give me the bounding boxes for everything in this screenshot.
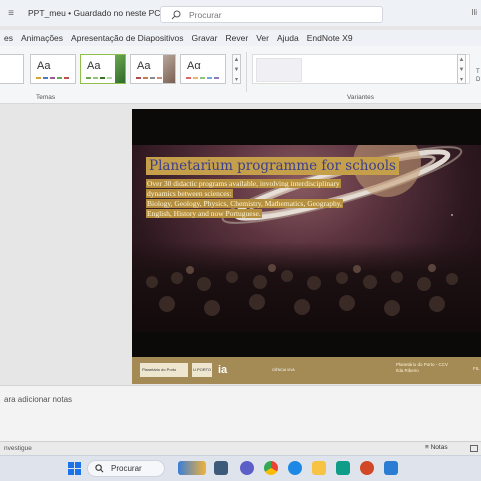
windows-start-icon[interactable] — [68, 462, 81, 475]
theme-sample-text: Aa — [87, 60, 101, 72]
tab-review[interactable]: Rever — [226, 33, 249, 43]
ribbon-divider — [246, 52, 247, 92]
body-line-2: dynamics between sciences: — [146, 189, 233, 198]
slide-body-text[interactable]: Over 30 didactic programs available, inv… — [146, 179, 386, 219]
title-bar: ≡ PPT_meu • Guardado no neste PC∨ Procur… — [0, 0, 481, 26]
theme-color-bars — [36, 77, 69, 79]
theme-accent — [163, 55, 175, 83]
document-name[interactable]: PPT_meu • Guardado no neste PC∨ — [28, 8, 169, 18]
themes-group-label: Temas — [36, 94, 56, 101]
theme-sample-text: Aα — [187, 60, 201, 72]
notes-placeholder: ara adicionar notas — [4, 395, 73, 404]
variants-gallery-scroll[interactable]: ▲ ▼ ▾ — [457, 54, 466, 84]
theme-thumbnail-2[interactable]: Aa — [30, 54, 76, 84]
search-icon — [171, 10, 181, 19]
status-left-text[interactable]: nvestigue — [4, 445, 32, 452]
document-name-label: PPT_meu • Guardado no neste PC — [28, 8, 161, 18]
theme-thumbnail-4[interactable]: Aa — [130, 54, 176, 84]
user-name[interactable]: Ili — [471, 8, 477, 17]
theme-color-bars — [136, 77, 162, 79]
variant-thumbnail[interactable] — [256, 58, 302, 82]
normal-view-icon[interactable] — [470, 445, 478, 452]
stub-letter-2: D — [476, 77, 481, 83]
planetario-logo-text: Planetário do Porto — [142, 367, 177, 372]
planetario-logo: Planetário do Porto — [140, 363, 188, 377]
tab-view[interactable]: Ver — [256, 33, 269, 43]
tab-endnote[interactable]: EndNote X9 — [307, 33, 353, 43]
status-bar: nvestigue ≡ Notas — [0, 441, 481, 455]
windows-taskbar: Procurar — [0, 455, 481, 481]
credit-line-1: Planetário do Porto - CCV — [396, 362, 449, 367]
theme-thumbnail-1[interactable]: Aa — [0, 54, 24, 84]
customize-qat-icon[interactable]: ≡ — [0, 8, 22, 19]
themes-gallery-scroll[interactable]: ▲ ▼ ▾ — [232, 54, 241, 84]
tab-transitions[interactable]: es — [4, 33, 13, 43]
body-line-3: Biology, Geology, Physics, Chemistry, Ma… — [146, 199, 343, 208]
search-icon — [95, 464, 104, 473]
audience-heads — [146, 264, 458, 316]
taskbar-search[interactable]: Procurar — [87, 460, 165, 477]
edge-icon[interactable] — [288, 461, 302, 475]
customize-group-stub[interactable]: T D — [476, 68, 480, 84]
ciencia-viva-logo: CIÊNCIA VIVA — [272, 363, 302, 377]
audience-silhouettes — [132, 242, 481, 332]
file-explorer-icon[interactable] — [312, 461, 326, 475]
theme-thumbnail-3[interactable]: Aa — [80, 54, 126, 84]
tab-animations[interactable]: Animações — [21, 33, 63, 43]
chat-icon[interactable] — [240, 461, 254, 475]
taskbar-search-label: Procurar — [111, 464, 142, 473]
word-icon[interactable] — [384, 461, 398, 475]
ribbon-tabs: es Animações Apresentação de Diapositivo… — [0, 30, 481, 46]
notes-toggle-button[interactable]: ≡ Notas — [425, 444, 448, 451]
chrome-icon[interactable] — [264, 461, 278, 475]
ciencia-viva-logo-text: CIÊNCIA VIVA — [272, 368, 295, 372]
variants-group-label: Variantes — [347, 94, 374, 101]
theme-accent — [115, 55, 125, 83]
task-view-icon[interactable] — [214, 461, 228, 475]
tab-slideshow[interactable]: Apresentação de Diapositivos — [71, 33, 183, 43]
search-box[interactable]: Procurar — [160, 6, 383, 23]
theme-color-bars — [86, 77, 112, 79]
tab-record[interactable]: Gravar — [192, 33, 218, 43]
slide-workspace: Planetarium programme for schools Over 3… — [0, 105, 481, 385]
notes-pane[interactable]: ara adicionar notas — [0, 385, 481, 441]
variants-gallery[interactable] — [252, 54, 470, 84]
ia-logo: ia — [218, 363, 242, 377]
body-line-4: English, History and now Portuguese. — [146, 209, 262, 218]
theme-thumbnail-5[interactable]: Aα — [180, 54, 226, 84]
tab-help[interactable]: Ajuda — [277, 33, 299, 43]
slide-title[interactable]: Planetarium programme for schools — [146, 157, 399, 175]
credit-line-2: Ilda Ribeiro — [396, 368, 419, 373]
uporto-logo: U.PORTO — [192, 363, 212, 377]
stub-letter-1: T — [476, 69, 480, 75]
store-icon[interactable] — [336, 461, 350, 475]
theme-sample-text: Aa — [37, 60, 51, 72]
footer-credit: Planetário do Porto - CCV Ilda Ribeiro — [396, 362, 448, 374]
weather-widget-icon[interactable] — [178, 461, 206, 475]
body-line-1: Over 30 didactic programs available, inv… — [146, 179, 341, 188]
powerpoint-icon[interactable] — [360, 461, 374, 475]
ia-logo-text: ia — [218, 364, 228, 376]
search-placeholder: Procurar — [189, 9, 222, 20]
slide-canvas[interactable]: Planetarium programme for schools Over 3… — [132, 109, 481, 384]
design-ribbon: Aa Aa Aa Aa Aα ▲▼▾ Temas ▲▼▾ Variantes T… — [0, 46, 481, 104]
slide-number: FIL — [473, 366, 480, 371]
theme-sample-text: Aa — [137, 60, 151, 72]
theme-color-bars — [186, 77, 219, 79]
uporto-logo-text: U.PORTO — [193, 367, 212, 372]
slide-footer: Planetário do Porto U.PORTO ia CIÊNCIA V… — [132, 357, 481, 384]
